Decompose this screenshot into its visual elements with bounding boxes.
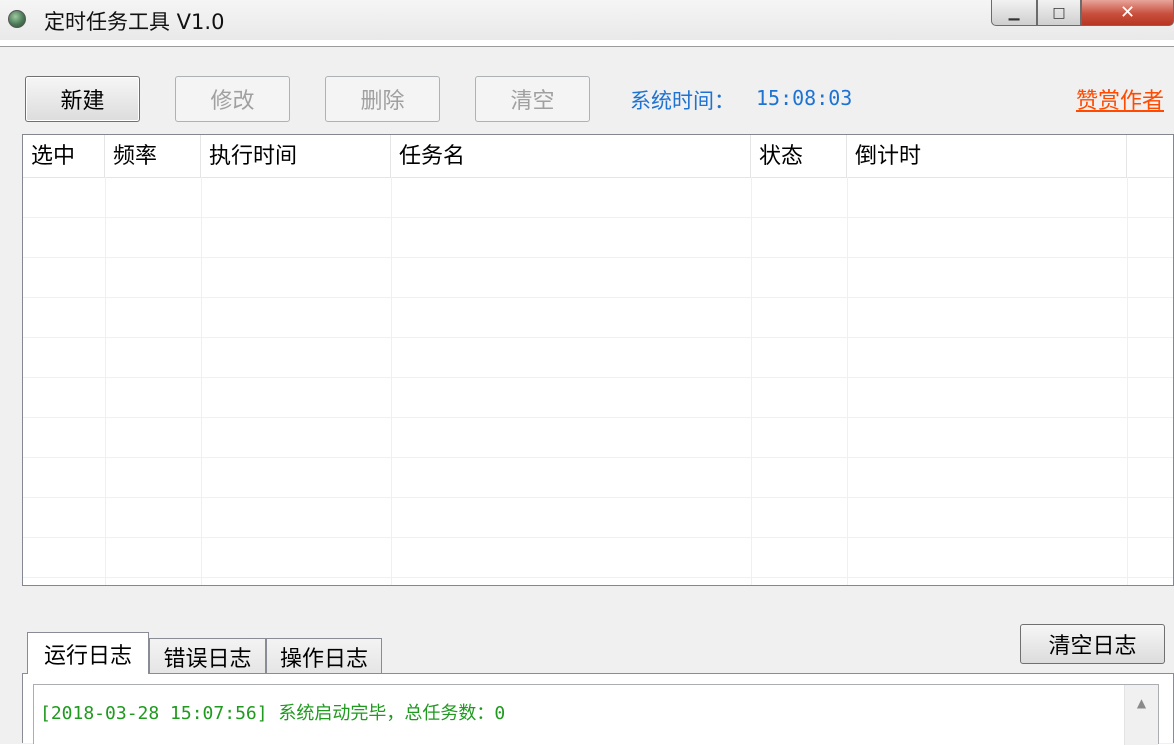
grid-line xyxy=(105,177,106,585)
system-time-label: 系统时间： xyxy=(630,89,735,113)
log-panel: [2018-03-28 15:07:56] 系统启动完毕，总任务数：0 ▲ xyxy=(22,673,1174,745)
delete-task-button[interactable]: 删除 xyxy=(325,76,440,122)
column-header-frequency[interactable]: 频率 xyxy=(105,135,201,177)
grid-line xyxy=(23,497,1173,498)
column-header-exec-time[interactable]: 执行时间 xyxy=(201,135,391,177)
new-task-button[interactable]: 新建 xyxy=(25,76,140,122)
system-time-value: 15:08:03 xyxy=(756,86,853,110)
grid-line xyxy=(201,177,202,585)
log-entry: [2018-03-28 15:07:56] 系统启动完毕，总任务数：0 xyxy=(40,703,506,724)
grid-line xyxy=(23,217,1173,218)
grid-line xyxy=(23,337,1173,338)
grid-line xyxy=(751,177,752,585)
column-header-status[interactable]: 状态 xyxy=(751,135,847,177)
clear-tasks-button[interactable]: 清空 xyxy=(475,76,590,122)
log-scrollbar[interactable]: ▲ xyxy=(1124,685,1158,745)
clear-log-button[interactable]: 清空日志 xyxy=(1020,624,1165,664)
tab-operation-log[interactable]: 操作日志 xyxy=(266,638,382,674)
tab-run-log[interactable]: 运行日志 xyxy=(27,632,149,674)
grid-line xyxy=(23,257,1173,258)
column-header-filler xyxy=(1127,135,1173,177)
task-list-header: 选中 频率 执行时间 任务名 状态 倒计时 xyxy=(23,135,1173,178)
grid-line xyxy=(847,177,848,585)
window-title: 定时任务工具 V1.0 xyxy=(44,10,225,34)
grid-line xyxy=(23,417,1173,418)
grid-line xyxy=(23,577,1173,578)
scroll-up-arrow-icon[interactable]: ▲ xyxy=(1125,685,1158,721)
app-clock-icon[interactable] xyxy=(8,10,26,28)
grid-line xyxy=(23,297,1173,298)
maximize-button[interactable]: □ xyxy=(1037,0,1081,26)
log-textarea[interactable]: [2018-03-28 15:07:56] 系统启动完毕，总任务数：0 ▲ xyxy=(33,684,1159,745)
close-button[interactable]: ✕ xyxy=(1081,0,1174,26)
task-list-body xyxy=(23,177,1173,585)
grid-line xyxy=(1127,177,1128,585)
column-header-selected[interactable]: 选中 xyxy=(23,135,105,177)
tab-error-log[interactable]: 错误日志 xyxy=(149,638,266,674)
reward-author-link[interactable]: 赞赏作者 xyxy=(1076,83,1164,115)
grid-line xyxy=(23,377,1173,378)
task-list[interactable]: 选中 频率 执行时间 任务名 状态 倒计时 xyxy=(22,134,1174,586)
minimize-button[interactable]: ▁ xyxy=(991,0,1037,26)
column-header-countdown[interactable]: 倒计时 xyxy=(847,135,1127,177)
column-header-task-name[interactable]: 任务名 xyxy=(391,135,751,177)
edit-task-button[interactable]: 修改 xyxy=(175,76,290,122)
title-bar: 定时任务工具 V1.0 ▁ □ ✕ xyxy=(0,0,1174,40)
grid-line xyxy=(23,537,1173,538)
grid-line xyxy=(23,457,1173,458)
grid-line xyxy=(391,177,392,585)
